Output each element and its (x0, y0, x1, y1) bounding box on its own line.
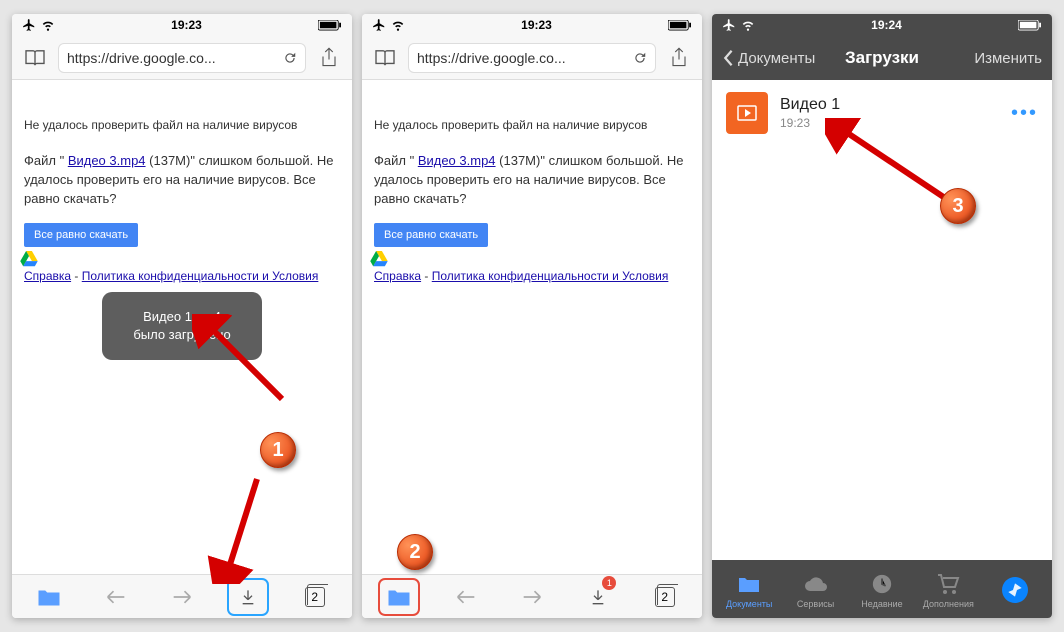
tabs-count: 2 (655, 587, 675, 607)
edit-button[interactable]: Изменить (974, 50, 1042, 67)
tab-documents[interactable]: Документы (720, 571, 778, 609)
clock-icon (869, 571, 895, 597)
battery-icon (1018, 20, 1042, 31)
url-field[interactable]: https://drive.google.co... (58, 43, 306, 73)
video-thumbnail-icon (726, 92, 768, 134)
forward-button[interactable] (162, 579, 202, 615)
phone-screenshot-3: 19:24 Документы Загрузки Изменить Видео … (712, 14, 1052, 618)
battery-icon (668, 20, 692, 31)
warning-body: Файл " Видео 3.mp4 (137M)" слишком больш… (24, 152, 340, 209)
url-field[interactable]: https://drive.google.co... (408, 43, 656, 73)
warning-title: Не удалось проверить файл на наличие вир… (374, 118, 690, 132)
downloads-button[interactable] (228, 579, 268, 615)
file-link[interactable]: Видео 3.mp4 (68, 153, 146, 168)
download-anyway-button[interactable]: Все равно скачать (24, 223, 138, 247)
footer-links: Справка - Политика конфиденциальности и … (374, 269, 690, 283)
wifi-icon (741, 18, 755, 32)
footer-links: Справка - Политика конфиденциальности и … (24, 269, 340, 283)
compass-icon (1002, 577, 1028, 603)
chevron-left-icon (722, 49, 734, 67)
status-time: 19:23 (171, 18, 202, 32)
wifi-icon (391, 18, 405, 32)
download-badge: 1 (602, 576, 616, 590)
file-more-button[interactable]: ••• (1011, 102, 1038, 125)
help-link[interactable]: Справка (374, 269, 421, 283)
download-anyway-button[interactable]: Все равно скачать (374, 223, 488, 247)
downloads-list: Видео 1 19:23 ••• (712, 80, 1052, 560)
file-row[interactable]: Видео 1 19:23 ••• (726, 92, 1038, 134)
battery-icon (318, 20, 342, 31)
folder-button[interactable] (379, 579, 419, 615)
share-icon[interactable] (314, 47, 344, 69)
status-bar: 19:24 (712, 14, 1052, 36)
tab-services[interactable]: Сервисы (787, 571, 845, 609)
terms-link[interactable]: Политика конфиденциальности и Условия (82, 269, 319, 283)
bottom-tab-bar: Документы Сервисы Недавние Дополнения (712, 560, 1052, 618)
browser-url-bar: https://drive.google.co... (362, 36, 702, 80)
page-content: Не удалось проверить файл на наличие вир… (362, 80, 702, 574)
folder-icon (736, 571, 762, 597)
google-drive-logo (20, 250, 38, 268)
step-badge-1: 1 (260, 432, 296, 468)
forward-button[interactable] (512, 579, 552, 615)
tab-recent[interactable]: Недавние (853, 571, 911, 609)
back-button[interactable] (446, 579, 486, 615)
url-text: https://drive.google.co... (67, 50, 216, 66)
wifi-icon (41, 18, 55, 32)
phone-screenshot-1: 19:23 https://drive.google.co... Не удал… (12, 14, 352, 618)
status-time: 19:23 (521, 18, 552, 32)
file-link[interactable]: Видео 3.mp4 (418, 153, 496, 168)
tab-browser[interactable] (986, 577, 1044, 603)
status-bar: 19:23 (12, 14, 352, 36)
terms-link[interactable]: Политика конфиденциальности и Условия (432, 269, 669, 283)
cart-icon (935, 571, 961, 597)
google-drive-logo (370, 250, 388, 268)
download-complete-toast: Видео 1.mp4 было загружено (102, 292, 262, 360)
tabs-button[interactable]: 2 (645, 579, 685, 615)
back-button[interactable] (96, 579, 136, 615)
share-icon[interactable] (664, 47, 694, 69)
downloads-button[interactable]: 1 (578, 579, 618, 615)
cloud-icon (803, 571, 829, 597)
phone-screenshot-2: 19:23 https://drive.google.co... Не удал… (362, 14, 702, 618)
reader-icon[interactable] (370, 49, 400, 67)
bottom-toolbar: 1 2 (362, 574, 702, 618)
reload-icon[interactable] (633, 51, 647, 65)
status-bar: 19:23 (362, 14, 702, 36)
warning-title: Не удалось проверить файл на наличие вир… (24, 118, 340, 132)
reader-icon[interactable] (20, 49, 50, 67)
reload-icon[interactable] (283, 51, 297, 65)
tabs-count: 2 (305, 587, 325, 607)
tab-addons[interactable]: Дополнения (919, 571, 977, 609)
bottom-toolbar: 2 (12, 574, 352, 618)
step-badge-3: 3 (940, 188, 976, 224)
file-time: 19:23 (780, 116, 999, 130)
step-badge-2: 2 (397, 534, 433, 570)
airplane-icon (372, 18, 386, 32)
back-button[interactable]: Документы (722, 49, 815, 67)
browser-url-bar: https://drive.google.co... (12, 36, 352, 80)
nav-header: Документы Загрузки Изменить (712, 36, 1052, 80)
folder-button[interactable] (29, 579, 69, 615)
warning-body: Файл " Видео 3.mp4 (137M)" слишком больш… (374, 152, 690, 209)
airplane-icon (22, 18, 36, 32)
url-text: https://drive.google.co... (417, 50, 566, 66)
file-name: Видео 1 (780, 96, 999, 114)
status-time: 19:24 (871, 18, 902, 32)
header-title: Загрузки (845, 48, 919, 68)
help-link[interactable]: Справка (24, 269, 71, 283)
airplane-icon (722, 18, 736, 32)
tabs-button[interactable]: 2 (295, 579, 335, 615)
